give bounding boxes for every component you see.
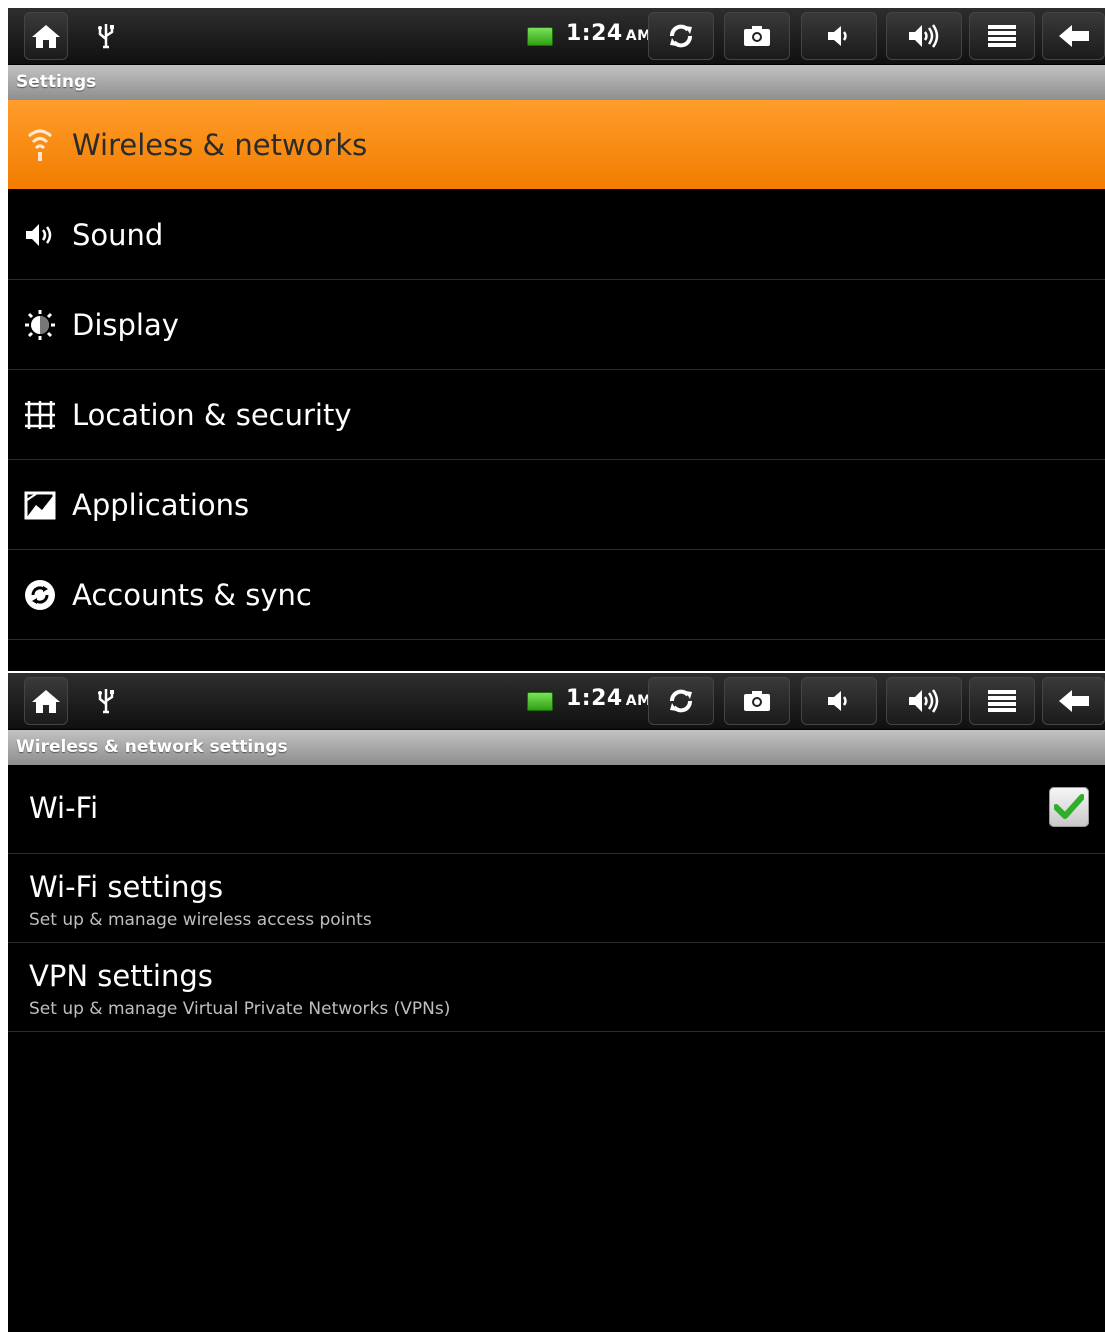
brightness-icon (25, 309, 55, 340)
settings-screen: 1:24AM Settings Wireless & networks Sou (8, 8, 1105, 671)
pref-summary: Set up & manage wireless access points (29, 910, 372, 930)
wifi-settings-row[interactable]: Wi-Fi settings Set up & manage wireless … (8, 854, 1105, 943)
pref-title: Wi-Fi settings (29, 870, 224, 904)
applications-icon (24, 491, 56, 519)
volume-down-icon (828, 26, 847, 46)
wireless-network-settings-screen: 1:24 AM Wireless & network settings Wi-Fi… (8, 673, 1105, 1332)
clock-time: 1:24 (566, 21, 623, 46)
volume-up-button[interactable] (886, 12, 962, 60)
volume-down-button[interactable] (801, 12, 877, 60)
wifi-icon (27, 129, 53, 161)
pref-title: VPN settings (29, 959, 213, 993)
menu-item-applications[interactable]: Applications (8, 460, 1105, 550)
wifi-checkbox[interactable] (1049, 787, 1089, 827)
screenshot-button[interactable] (724, 677, 790, 725)
home-button[interactable] (24, 677, 68, 725)
status-bar: 1:24 AM (8, 673, 1105, 730)
home-icon (32, 25, 60, 48)
camera-icon (744, 26, 770, 46)
menu-button[interactable] (969, 12, 1035, 60)
back-button[interactable] (1042, 677, 1105, 725)
menu-item-display[interactable]: Display (8, 280, 1105, 370)
menu-icon (988, 25, 1016, 47)
volume-up-icon (909, 24, 939, 48)
menu-item-partial (8, 640, 1105, 671)
menu-item-label: Wireless & networks (72, 127, 368, 162)
pref-summary: Set up & manage Virtual Private Networks… (29, 999, 451, 1019)
menu-item-wireless-networks[interactable]: Wireless & networks (8, 100, 1105, 190)
refresh-button[interactable] (648, 12, 714, 60)
back-arrow-icon (1058, 25, 1089, 47)
menu-item-accounts-sync[interactable]: Accounts & sync (8, 550, 1105, 640)
status-bar: 1:24 AM (8, 8, 1105, 65)
refresh-button[interactable] (648, 677, 714, 725)
home-icon (32, 690, 60, 713)
wifi-toggle-row[interactable]: Wi-Fi (8, 765, 1105, 854)
volume-up-button[interactable] (886, 677, 962, 725)
checkmark-icon (1054, 794, 1084, 819)
pref-title: Wi-Fi (29, 791, 99, 825)
clock: 1:24 AM (566, 686, 652, 711)
menu-item-label: Sound (72, 217, 164, 252)
battery-icon (527, 27, 553, 46)
back-arrow-icon (1058, 690, 1089, 712)
battery-icon (527, 692, 553, 711)
page-title: Wireless & network settings (8, 730, 1105, 765)
menu-item-label: Display (72, 307, 179, 342)
camera-icon (744, 691, 770, 711)
refresh-icon (670, 24, 692, 48)
usb-icon (98, 24, 114, 49)
clock: 1:24 AM (566, 21, 652, 46)
screenshot-button[interactable] (724, 12, 790, 60)
usb-indicator (84, 677, 128, 725)
home-button[interactable] (24, 12, 68, 60)
sync-icon (25, 579, 55, 610)
menu-item-label: Accounts & sync (72, 577, 312, 612)
volume-down-button[interactable] (801, 677, 877, 725)
menu-button[interactable] (969, 677, 1035, 725)
menu-item-sound[interactable]: Sound (8, 190, 1105, 280)
location-grid-icon (25, 400, 55, 429)
back-button[interactable] (1042, 12, 1105, 60)
usb-icon (98, 689, 114, 714)
speaker-icon (26, 223, 52, 246)
menu-icon (988, 690, 1016, 712)
clock-time: 1:24 (566, 686, 623, 711)
page-title: Settings (8, 65, 1105, 100)
usb-indicator (84, 12, 128, 60)
menu-item-location-security[interactable]: Location & security (8, 370, 1105, 460)
vpn-settings-row[interactable]: VPN settings Set up & manage Virtual Pri… (8, 943, 1105, 1032)
menu-item-label: Applications (72, 487, 250, 522)
volume-up-icon (909, 689, 939, 713)
refresh-icon (670, 689, 692, 713)
volume-down-icon (828, 691, 847, 711)
menu-item-label: Location & security (72, 397, 352, 432)
